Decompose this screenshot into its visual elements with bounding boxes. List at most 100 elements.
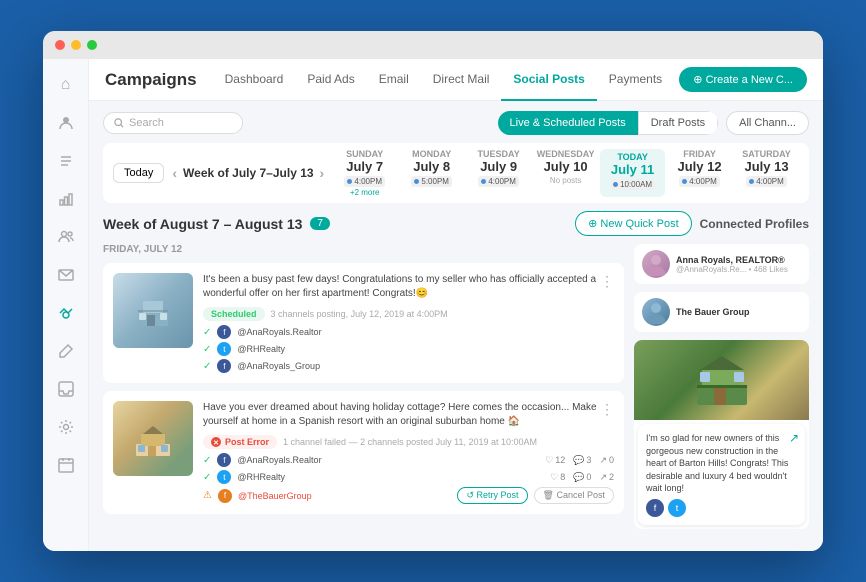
shares-stat: ↗ 0 [599,455,614,466]
post-schedule-meta: 3 channels posting, July 12, 2019 at 4:0… [271,309,448,319]
sidebar-item-campaigns[interactable] [50,297,82,329]
week-range-label: Week of July 7–July 13 [183,166,314,180]
create-new-button[interactable]: ⊕ Create a New C... [679,67,807,92]
browser-chrome [43,31,823,59]
right-panel: Anna Royals, REALTOR® @AnnaRoyals.Re... … [634,244,809,541]
tab-draft[interactable]: Draft Posts [638,111,718,135]
browser-window: ⌂ [43,31,823,551]
channel-rows-2: ✓ f @AnaRoyals.Realtor ♡ 12 💬 3 ↗ 0 [203,453,614,504]
post-more-2[interactable]: ⋮ [600,401,614,418]
scheduled-badge: Scheduled [203,307,265,321]
channel-row-fb-2: ✓ f @AnaRoyals_Group [203,359,614,373]
sidebar-item-user[interactable] [50,107,82,139]
days-grid: SUNDAY July 7 4:00PM +2 more MONDAY July… [332,149,799,197]
day-today: TODAY July 11 10:00AM [600,149,665,197]
sidebar-item-settings[interactable] [50,411,82,443]
nav-email[interactable]: Email [367,59,421,101]
warn-channel-icon: f [218,489,232,503]
profile-info-1: Anna Royals, REALTOR® @AnnaRoyals.Re... … [676,255,788,274]
avatar-1 [642,250,670,278]
post-content-2: Have you ever dreamed about having holid… [203,401,614,504]
day-saturday: SATURDAY July 13 4:00PM [734,149,799,197]
channel-stats-1: ♡ 12 💬 3 ↗ 0 [545,455,614,466]
sidebar-item-contacts[interactable] [50,221,82,253]
connected-profiles-label: Connected Profiles [700,217,809,231]
channel-stats-2: ♡ 8 💬 0 ↗ 2 [550,472,614,483]
room-image [113,273,193,348]
nav-paid-ads[interactable]: Paid Ads [295,59,366,101]
expand-dot[interactable] [87,40,97,50]
post-card-2: Have you ever dreamed about having holid… [103,391,624,514]
tw-icon: t [217,342,231,356]
post-more-1[interactable]: ⋮ [600,273,614,290]
post-error-meta: 1 channel failed — 2 channels posted Jul… [283,437,537,447]
cancel-post-button[interactable]: 🗑 Cancel Post [534,487,614,504]
house-fb-icon: f [646,499,664,517]
quick-post-button[interactable]: ⊕ New Quick Post [575,211,692,236]
search-box[interactable]: Search [103,112,243,134]
search-placeholder: Search [129,117,164,129]
house-image [634,340,809,420]
sidebar-item-home[interactable]: ⌂ [50,69,82,101]
page-title: Campaigns [105,70,197,90]
sidebar-item-chart[interactable] [50,183,82,215]
minimize-dot[interactable] [71,40,81,50]
comments-stat: 💬 3 [573,455,591,466]
sidebar-item-edit[interactable] [50,335,82,367]
nav-dashboard[interactable]: Dashboard [213,59,296,101]
channel-name-1: @AnaRoyals.Realtor [237,327,614,337]
all-channels-button[interactable]: All Chann... [726,111,809,135]
channel-name-2: @RHRealty [237,344,614,354]
cal-prev-arrow[interactable]: ‹ [172,165,177,181]
nav-social-posts[interactable]: Social Posts [501,59,596,101]
week-section-header: Week of August 7 – August 13 7 ⊕ New Qui… [103,211,809,236]
error-icon: ✕ [211,437,221,447]
tab-live-scheduled[interactable]: Live & Scheduled Posts [498,111,638,135]
cal-next-arrow[interactable]: › [320,165,325,181]
house-social-icons: f t [646,499,797,517]
channel-name-5: @RHRealty [237,472,544,482]
nav-payments[interactable]: Payments [597,59,674,101]
retry-post-button[interactable]: ↺ Retry Post [457,487,527,504]
search-icon [114,118,124,128]
sidebar-item-inbox[interactable] [50,373,82,405]
share-button[interactable]: ↗ [789,430,799,447]
close-dot[interactable] [55,40,65,50]
channel-row-fb-1: ✓ f @AnaRoyals.Realtor [203,325,614,339]
fb-icon-3: f [217,453,231,467]
today-button[interactable]: Today [113,163,164,183]
channel-rows-1: ✓ f @AnaRoyals.Realtor ✓ t @RHRealty [203,325,614,373]
channel-row-tw-1: ✓ t @RHRealty [203,342,614,356]
sidebar-item-mail[interactable] [50,259,82,291]
day-wednesday: WEDNESDAY July 10 No posts [533,149,598,197]
sidebar-item-list[interactable] [50,145,82,177]
content-area: Search Live & Scheduled Posts Draft Post… [89,101,823,551]
tab-group: Live & Scheduled Posts Draft Posts [498,111,719,135]
sidebar: ⌂ [43,59,89,551]
profile-name-2: The Bauer Group [676,307,750,317]
post-meta-2: ✕ Post Error 1 channel failed — 2 channe… [203,435,614,449]
avatar-2 [642,298,670,326]
top-nav: Campaigns Dashboard Paid Ads Email Direc… [89,59,823,101]
fb-icon-2: f [217,359,231,373]
house-post-text: I'm so glad for new owners of this gorge… [646,432,797,495]
nav-direct-mail[interactable]: Direct Mail [421,59,502,101]
profile-info-2: The Bauer Group [676,307,750,317]
day-sunday: SUNDAY July 7 4:00PM +2 more [332,149,397,197]
day-monday: MONDAY July 8 5:00PM [399,149,464,197]
post-card-1: It's been a busy past few days! Congratu… [103,263,624,383]
tw-icon-2: t [217,470,231,484]
post-image-1 [113,273,193,348]
channel-row-tw-2: ✓ t @RHRealty ♡ 8 💬 0 ↗ 2 [203,470,614,484]
cottage-image [113,401,193,476]
post-image-2 [113,401,193,476]
profile-item-1[interactable]: Anna Royals, REALTOR® @AnnaRoyals.Re... … [634,244,809,284]
channel-name-3: @AnaRoyals_Group [237,361,614,371]
house-text-bubble: ↗ I'm so glad for new owners of this gor… [638,424,805,525]
day-tuesday: TUESDAY July 9 4:00PM [466,149,531,197]
sidebar-item-calendar[interactable] [50,449,82,481]
house-tw-icon: t [668,499,686,517]
channel-name-4: @AnaRoyals.Realtor [237,455,539,465]
posts-list: FRIDAY, JULY 12 It's been a busy past fe… [103,244,624,541]
profile-item-2[interactable]: The Bauer Group [634,292,809,332]
